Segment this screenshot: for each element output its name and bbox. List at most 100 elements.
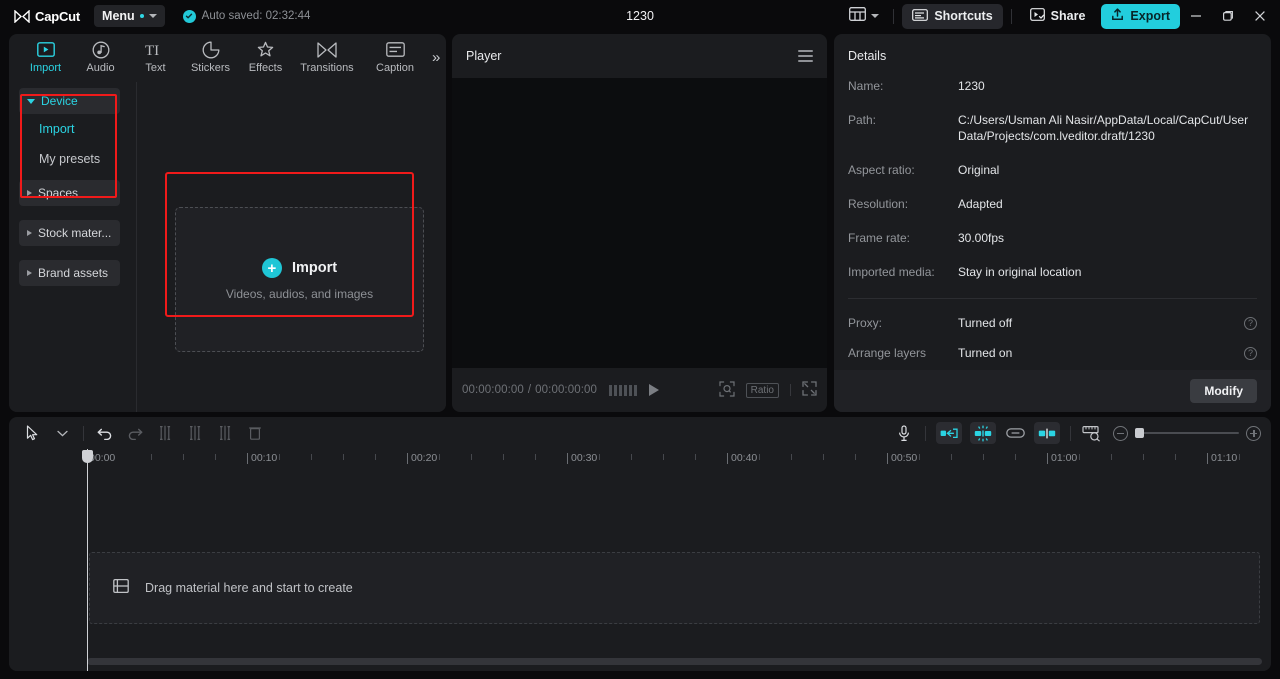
sidebar-item-brand-assets[interactable]: Brand assets — [19, 260, 120, 286]
tab-effects[interactable]: Effects — [239, 34, 292, 80]
tab-text[interactable]: TI Text — [129, 34, 182, 80]
app-brand-label: CapCut — [35, 9, 80, 24]
sidebar-group-device: Device Import My presets — [19, 88, 120, 174]
autosave-indicator: Auto saved: 02:32:44 — [183, 10, 311, 23]
details-label: Frame rate: — [848, 230, 958, 246]
player-view-controls: Ratio — [719, 381, 817, 400]
zoom-fit-icon[interactable] — [719, 381, 735, 400]
player-menu-icon[interactable] — [798, 50, 813, 62]
zoom-out-icon[interactable] — [1113, 426, 1128, 441]
ratio-button[interactable]: Ratio — [746, 383, 779, 398]
microphone-icon[interactable] — [889, 418, 919, 448]
layout-button[interactable] — [843, 4, 885, 29]
details-value: Stay in original location — [958, 264, 1257, 280]
ruler-label: 00:10 — [251, 452, 277, 464]
sidebar-item-stock-materials[interactable]: Stock mater... — [19, 220, 120, 246]
text-icon: TI — [145, 40, 167, 59]
timeline-dropzone[interactable]: Drag material here and start to create — [89, 552, 1260, 624]
playhead-handle[interactable] — [82, 450, 93, 463]
player-current-time: 00:00:00:00 — [462, 384, 524, 396]
sidebar-item-device[interactable]: Device — [19, 88, 120, 114]
share-button[interactable]: Share — [1020, 4, 1096, 29]
details-value: Turned off — [958, 315, 1244, 331]
timeline-horizontal-scrollbar[interactable] — [87, 658, 1262, 665]
help-icon[interactable]: ? — [1244, 347, 1257, 360]
share-label: Share — [1051, 9, 1086, 23]
timeline-ruler-tool-icon[interactable] — [1077, 418, 1107, 448]
details-row-frame-rate: Frame rate: 30.00fps — [834, 230, 1271, 246]
details-row-arrange-layers: Arrange layers Turned on ? — [834, 345, 1271, 361]
help-icon[interactable]: ? — [1244, 317, 1257, 330]
export-upload-icon — [1111, 8, 1124, 24]
details-label: Resolution: — [848, 196, 958, 212]
details-label: Imported media: — [848, 264, 958, 280]
caption-icon — [386, 40, 405, 59]
auto-sync-icon[interactable] — [970, 422, 996, 444]
timeline-tools-left — [9, 418, 270, 448]
trim-left-icon[interactable] — [180, 418, 210, 448]
details-panel: Details Name: 1230 Path: C:/Users/Usman … — [834, 34, 1271, 412]
chevron-down-icon — [27, 99, 35, 104]
sidebar-item-import[interactable]: Import — [19, 114, 120, 144]
tab-label: Caption — [376, 62, 414, 74]
zoom-in-icon[interactable] — [1246, 426, 1261, 441]
sidebar-item-label: Spaces — [38, 186, 78, 200]
undo-icon[interactable] — [90, 418, 120, 448]
tab-audio[interactable]: Audio — [74, 34, 127, 80]
select-cursor-icon[interactable] — [17, 418, 47, 448]
sidebar-item-label: Brand assets — [38, 266, 108, 280]
player-controls: 00:00:00:00 / 00:00:00:00 Ratio — [452, 368, 827, 412]
modify-button[interactable]: Modify — [1190, 379, 1257, 403]
tab-transitions[interactable]: Transitions — [294, 34, 360, 80]
minimize-button[interactable] — [1180, 0, 1212, 32]
timeline-panel: 00:00 00:10 00:20 00:30 00:40 — [9, 417, 1271, 671]
import-dropzone[interactable]: + Import Videos, audios, and images — [175, 207, 424, 352]
play-button-icon[interactable] — [649, 384, 659, 396]
maximize-button[interactable] — [1212, 0, 1244, 32]
details-row-path: Path: C:/Users/Usman Ali Nasir/AppData/L… — [834, 112, 1271, 144]
tab-label: Text — [145, 62, 165, 74]
timeline-zoom-slider[interactable] — [1113, 426, 1261, 441]
chevron-down-icon — [149, 14, 157, 18]
close-button[interactable] — [1244, 0, 1276, 32]
split-icon[interactable] — [150, 418, 180, 448]
import-dropzone-subtitle: Videos, audios, and images — [226, 287, 373, 301]
window-actions: Shortcuts Share Export — [843, 0, 1280, 32]
zoom-knob[interactable] — [1135, 428, 1144, 438]
tab-caption[interactable]: Caption — [362, 34, 428, 80]
details-value: Adapted — [958, 196, 1257, 212]
divider — [925, 426, 926, 441]
playhead[interactable] — [87, 449, 88, 671]
delete-icon[interactable] — [240, 418, 270, 448]
fullscreen-icon[interactable] — [802, 381, 817, 399]
cursor-dropdown-icon[interactable] — [47, 418, 77, 448]
menu-button[interactable]: Menu — [94, 5, 165, 27]
tab-import[interactable]: Import — [19, 34, 72, 80]
tab-label: Effects — [249, 62, 282, 74]
timeline-ruler[interactable]: 00:00 00:10 00:20 00:30 00:40 — [9, 449, 1271, 471]
tab-stickers[interactable]: Stickers — [184, 34, 237, 80]
capcut-logo-icon — [14, 10, 30, 23]
details-footer: Modify — [834, 370, 1271, 412]
zoom-track[interactable] — [1135, 432, 1239, 434]
details-row-name: Name: 1230 — [834, 78, 1271, 94]
frames-icon[interactable] — [609, 385, 637, 396]
details-value: Original — [958, 162, 1257, 178]
tab-label: Stickers — [191, 62, 230, 74]
redo-icon[interactable] — [120, 418, 150, 448]
timeline-tracks: Drag material here and start to create — [9, 471, 1271, 671]
app-logo: CapCut — [14, 9, 80, 24]
tab-label: Transitions — [300, 62, 353, 74]
more-tabs-button[interactable]: » — [432, 34, 440, 80]
link-icon[interactable] — [1000, 418, 1030, 448]
details-row-proxy: Proxy: Turned off ? — [834, 315, 1271, 331]
shortcuts-button[interactable]: Shortcuts — [902, 4, 1002, 29]
sidebar-item-my-presets[interactable]: My presets — [19, 144, 120, 174]
sidebar-item-spaces[interactable]: Spaces — [19, 180, 120, 206]
player-title: Player — [466, 49, 501, 63]
export-button[interactable]: Export — [1101, 4, 1180, 29]
auto-cut-icon[interactable] — [936, 422, 962, 444]
mirror-split-icon[interactable] — [1034, 422, 1060, 444]
trim-right-icon[interactable] — [210, 418, 240, 448]
player-stage[interactable] — [452, 78, 827, 368]
